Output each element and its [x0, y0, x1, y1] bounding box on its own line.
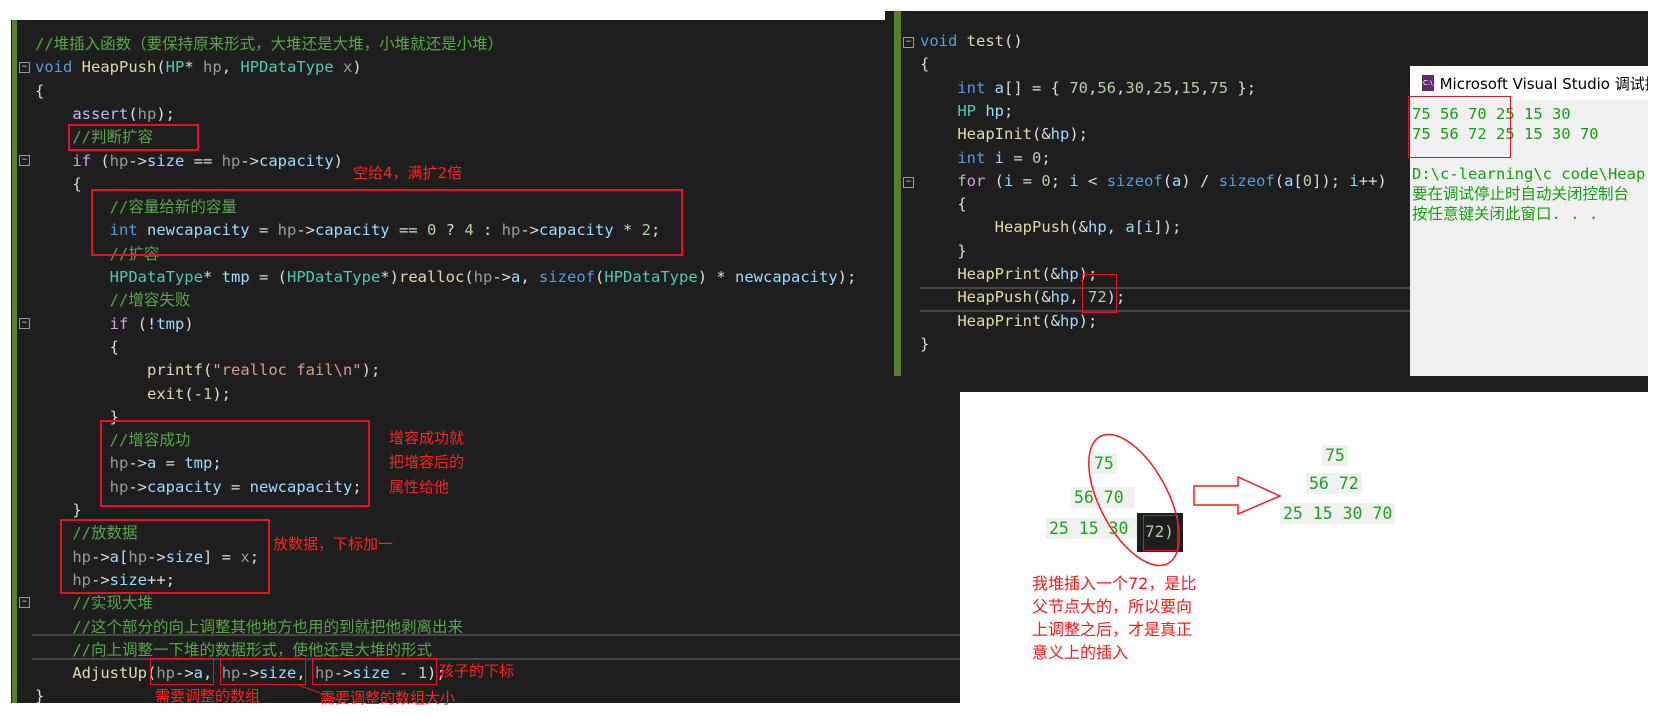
- caption-line: 我堆插入一个72，是比: [1032, 574, 1197, 593]
- annotation-drawing: [1088, 433, 1282, 567]
- caption-line: 意义上的插入: [1032, 643, 1129, 662]
- heap-after-row2: 56 72: [1306, 473, 1362, 494]
- arrow-right-icon: [1193, 475, 1282, 516]
- diagram-caption: 我堆插入一个72，是比 父节点大的，所以要向 上调整之后，才是真正 意义上的插入: [1032, 572, 1196, 664]
- caption-line: 上调整之后，才是真正: [1032, 620, 1193, 639]
- heap-after-row1: 75: [1322, 445, 1348, 466]
- circle-mark: [1088, 433, 1180, 567]
- caption-line: 父节点大的，所以要向: [1032, 597, 1193, 616]
- heap-after-row3: 25 15 30 70: [1280, 503, 1396, 524]
